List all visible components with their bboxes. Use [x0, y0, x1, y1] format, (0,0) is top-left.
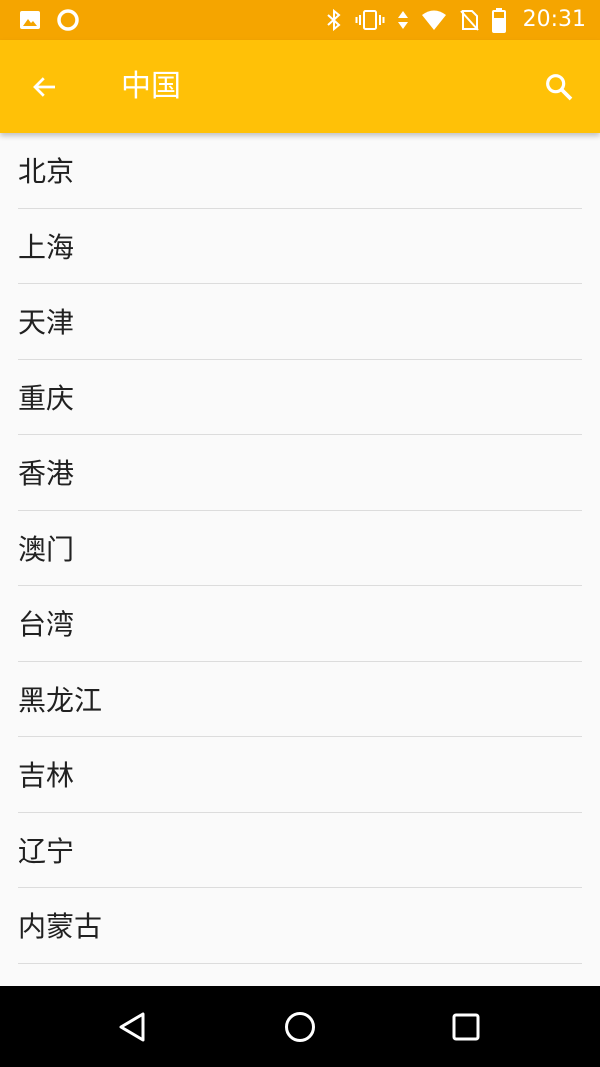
list-item-label: 重庆: [18, 381, 75, 415]
status-bar: 20:31: [0, 0, 600, 40]
no-sim-icon: [459, 8, 479, 32]
back-button[interactable]: [18, 60, 72, 114]
list-item-label: 内蒙古: [18, 910, 103, 944]
app-bar: 中国: [0, 40, 600, 133]
navigation-bar: [0, 986, 600, 1067]
nav-home-icon: [283, 1010, 317, 1044]
list-item[interactable]: 内蒙古: [18, 888, 582, 964]
search-icon: [543, 71, 575, 103]
list-item-label: 黑龙江: [18, 683, 103, 717]
arrow-back-icon: [30, 72, 60, 102]
search-button[interactable]: [532, 60, 586, 114]
list-item-label: 台湾: [18, 608, 75, 642]
list-item[interactable]: 台湾: [18, 586, 582, 662]
status-indicators: 20:31: [325, 0, 586, 40]
nav-home-button[interactable]: [273, 1000, 327, 1054]
nav-back-icon: [116, 1010, 150, 1044]
list-item[interactable]: 香港: [18, 435, 582, 511]
circle-notification-icon: [56, 8, 80, 32]
data-arrows-icon: [397, 8, 409, 32]
nav-recents-icon: [451, 1012, 481, 1042]
list-item[interactable]: 北京: [18, 133, 582, 209]
bluetooth-icon: [325, 8, 343, 32]
list-item-label: 吉林: [18, 759, 75, 793]
nav-back-button[interactable]: [106, 1000, 160, 1054]
list-item[interactable]: 上海: [18, 209, 582, 284]
wifi-icon: [421, 9, 447, 31]
list-item-label: 辽宁: [18, 834, 75, 868]
list-item[interactable]: 天津: [18, 284, 582, 360]
list-item[interactable]: 重庆: [18, 360, 582, 435]
vibrate-icon: [355, 8, 385, 32]
page-title: 中国: [121, 69, 181, 104]
list-item-label: 香港: [18, 457, 75, 491]
list-item-label: 天津: [18, 306, 75, 340]
list-item-label: 北京: [18, 155, 75, 189]
nav-recents-button[interactable]: [439, 1000, 493, 1054]
image-notification-icon: [18, 8, 42, 32]
status-notifications: [18, 0, 80, 40]
list-item[interactable]: 黑龙江: [18, 662, 582, 737]
list-item[interactable]: 澳门: [18, 511, 582, 586]
list-item-label: 上海: [18, 230, 75, 264]
battery-icon: [491, 7, 507, 33]
list-item[interactable]: 辽宁: [18, 813, 582, 888]
list-item[interactable]: 吉林: [18, 737, 582, 813]
region-list: 北京 上海 天津 重庆 香港 澳门 台湾 黑龙江 吉林 辽宁 内蒙古: [0, 133, 600, 986]
list-item-label: 澳门: [18, 532, 75, 566]
status-time: 20:31: [522, 7, 586, 32]
